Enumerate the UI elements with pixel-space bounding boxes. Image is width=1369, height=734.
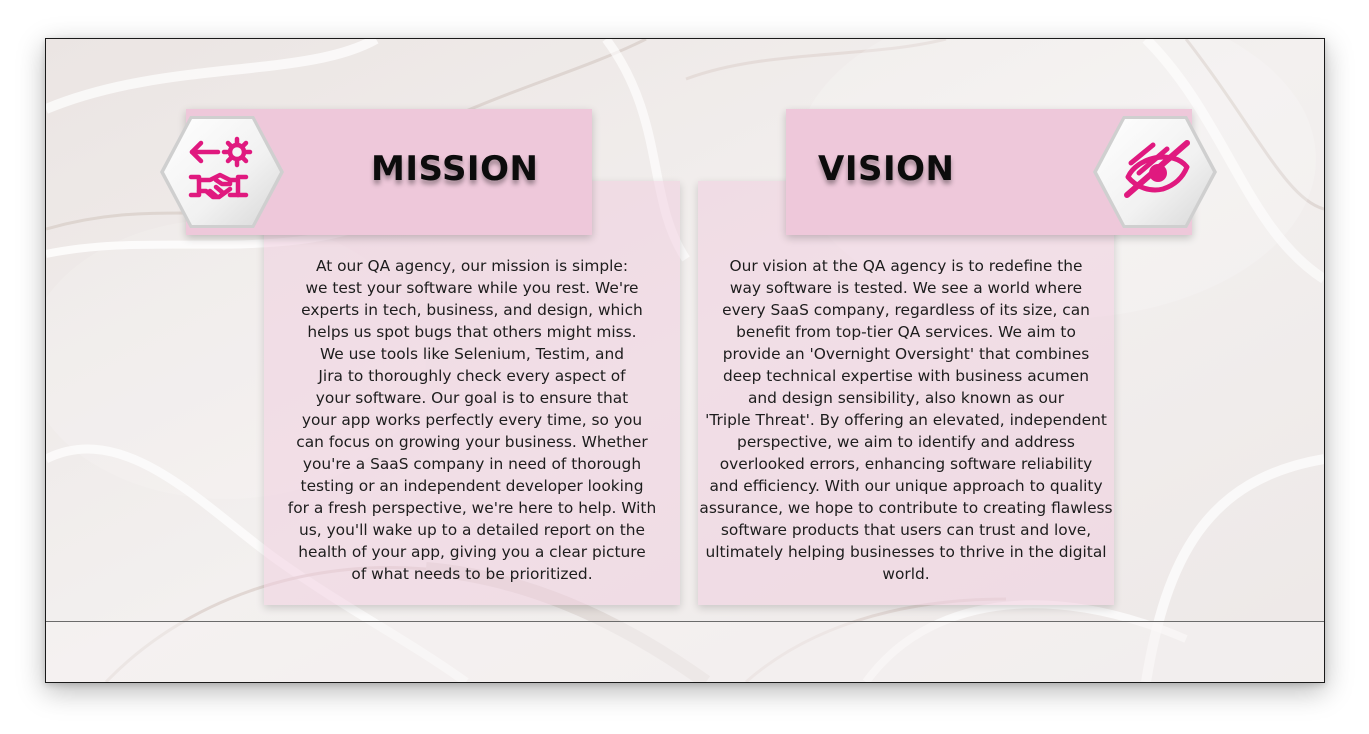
vision-line: perspective, we aim to identify and addr… [737, 433, 1075, 451]
vision-text: Our vision at the QA agency is to redefi… [698, 255, 1114, 585]
eye-slash-icon [1124, 140, 1190, 198]
vision-line: and efficiency. With our unique approach… [709, 477, 1103, 495]
mission-badge [158, 113, 286, 231]
vision-line: Our vision at the QA agency is to redefi… [729, 257, 1083, 275]
vision-line: and design sensibility, also known as ou… [747, 389, 1065, 407]
mission-line: At our QA agency, our mission is simple: [315, 257, 629, 275]
vision-line: ultimately helping businesses to thrive … [705, 543, 1107, 561]
mission-line: experts in tech, business, and design, w… [301, 301, 643, 319]
mission-line: can focus on growing your business. Whet… [296, 433, 648, 451]
mission-line: your software. Our goal is to ensure tha… [315, 389, 629, 407]
handshake-gear-icon [188, 136, 253, 200]
mission-line: Jira to thoroughly check every aspect of [318, 367, 626, 385]
vision-line: 'Triple Threat'. By offering an elevated… [705, 411, 1107, 429]
mission-line: testing or an independent developer look… [300, 477, 644, 495]
mission-line: helps us spot bugs that others might mis… [307, 323, 637, 341]
divider [46, 621, 1324, 622]
mission-line: you're a SaaS company in need of thoroug… [302, 455, 642, 473]
vision-line: provide an 'Overnight Oversight' that co… [722, 345, 1090, 363]
mission-card: At our QA agency, our mission is simple:… [264, 181, 680, 605]
mission-line: us, you'll wake up to a detailed report … [299, 521, 645, 539]
vision-line: way software is tested. We see a world w… [729, 279, 1083, 297]
vision-title: VISION [818, 149, 955, 189]
mission-line: health of your app, giving you a clear p… [298, 543, 646, 561]
vision-line: benefit from top-tier QA services. We ai… [736, 323, 1076, 341]
mission-line: for a fresh perspective, we're here to h… [287, 499, 657, 517]
mission-line: your app works perfectly every time, so … [301, 411, 643, 429]
vision-badge [1091, 113, 1219, 231]
mission-text: At our QA agency, our mission is simple:… [264, 255, 680, 585]
vision-line: overlooked errors, enhancing software re… [719, 455, 1093, 473]
mission-line: of what needs to be prioritized. [351, 565, 593, 583]
mission-line: we test your software while you rest. We… [305, 279, 639, 297]
mission-title: MISSION [371, 149, 539, 189]
vision-line: assurance, we hope to contribute to crea… [699, 499, 1113, 517]
vision-line: software products that users can trust a… [720, 521, 1092, 539]
lower-panel [46, 622, 1324, 682]
vision-line: every SaaS company, regardless of its si… [722, 301, 1090, 319]
vision-card: Our vision at the QA agency is to redefi… [698, 181, 1114, 605]
mission-line: We use tools like Selenium, Testim, and [319, 345, 624, 363]
slide-frame: At our QA agency, our mission is simple:… [45, 38, 1325, 683]
vision-line: deep technical expertise with business a… [722, 367, 1090, 385]
vision-line: world. [882, 565, 930, 583]
